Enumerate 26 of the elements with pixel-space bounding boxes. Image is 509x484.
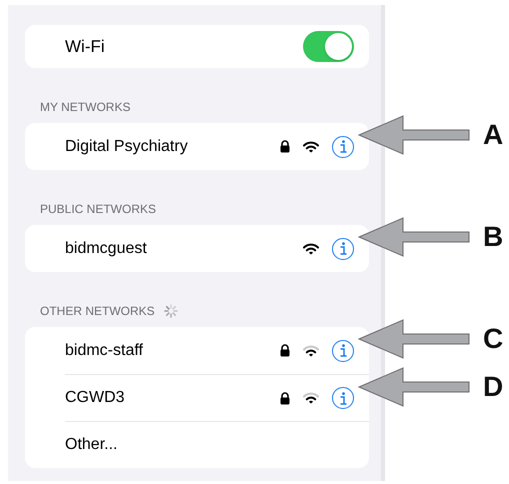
network-name: bidmc-staff: [65, 340, 144, 360]
section-header: MY NETWORKS: [40, 99, 130, 116]
info-button[interactable]: [332, 238, 354, 260]
info-button[interactable]: [332, 136, 354, 158]
lock-icon: [280, 140, 290, 153]
info-button[interactable]: [332, 387, 354, 409]
section-header: OTHER NETWORKS: [40, 303, 155, 320]
wifi-toggle[interactable]: [303, 31, 354, 62]
section-header: PUBLIC NETWORKS: [40, 201, 156, 218]
network-name: CGWD3: [65, 388, 126, 408]
callout-label: B: [483, 223, 504, 251]
other-network-item[interactable]: Other...: [65, 433, 354, 457]
info-icon: [339, 392, 347, 404]
info-button[interactable]: [332, 340, 354, 362]
network-name: Digital Psychiatry: [65, 136, 189, 156]
callout-label: A: [483, 121, 504, 149]
loading-spinner-icon: [162, 303, 179, 319]
wifi-label: Wi-Fi: [65, 36, 106, 58]
lock-icon: [280, 392, 290, 404]
lock-icon: [280, 344, 290, 357]
info-icon: [339, 242, 347, 255]
info-icon: [339, 344, 347, 357]
info-icon: [339, 140, 347, 153]
callout-label: C: [483, 325, 504, 353]
network-name: bidmcguest: [65, 238, 148, 258]
callout-label: D: [483, 373, 504, 401]
